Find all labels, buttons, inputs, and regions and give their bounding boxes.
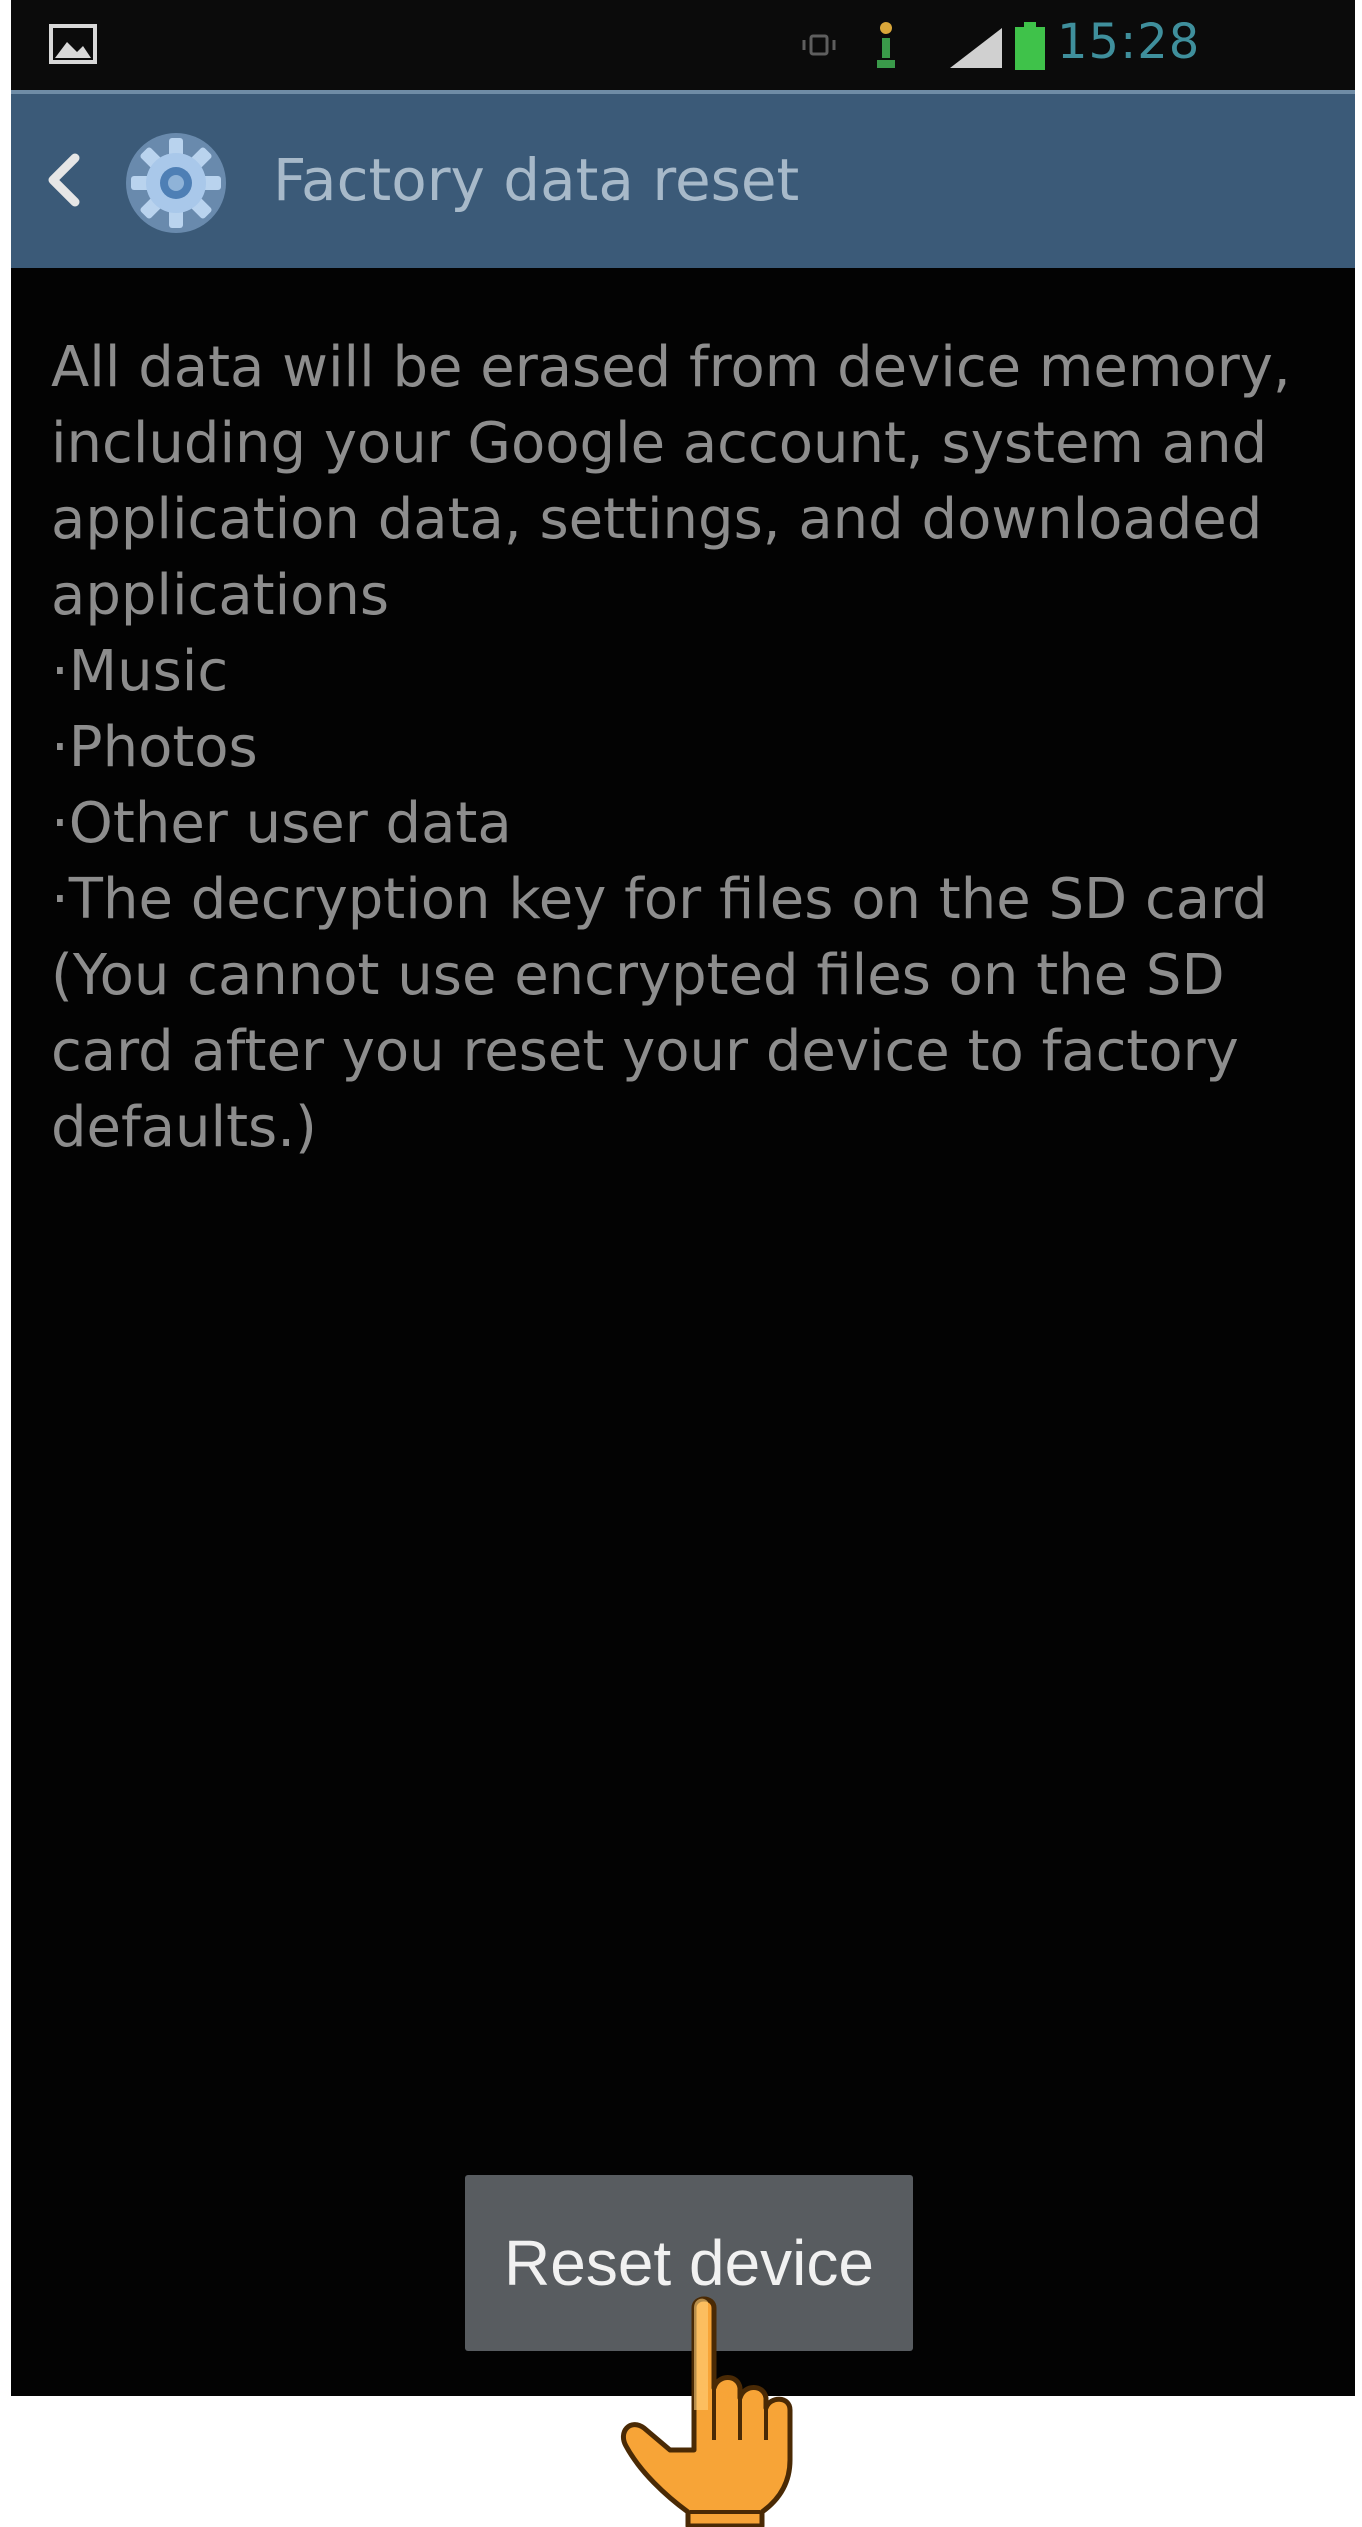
- chevron-left-icon[interactable]: [43, 152, 83, 208]
- list-item: ·Photos: [51, 715, 258, 780]
- battery-icon: [1015, 22, 1045, 70]
- gallery-icon: [49, 24, 97, 64]
- encryption-note: (You cannot use encrypted files on the S…: [51, 943, 1239, 1160]
- intro-text: All data will be erased from device memo…: [51, 335, 1291, 628]
- status-bar: 15:28: [11, 0, 1355, 90]
- pointing-hand-icon: [620, 2296, 793, 2527]
- list-item: ·Music: [51, 639, 229, 704]
- status-clock: 15:28: [1057, 14, 1201, 70]
- settings-gear-icon: [126, 133, 226, 233]
- screen-title: Factory data reset: [273, 146, 800, 214]
- action-bar: Factory data reset: [11, 90, 1355, 268]
- reset-description: All data will be erased from device memo…: [51, 330, 1291, 1166]
- signal-icon: [950, 28, 1002, 68]
- list-item: ·The decryption key for files on the SD …: [51, 867, 1268, 932]
- alarm-icon: [877, 22, 895, 68]
- vibrate-icon: [802, 34, 836, 56]
- list-item: ·Other user data: [51, 791, 512, 856]
- phone-screen: 15:28 Factory data reset All data will b…: [11, 0, 1355, 2396]
